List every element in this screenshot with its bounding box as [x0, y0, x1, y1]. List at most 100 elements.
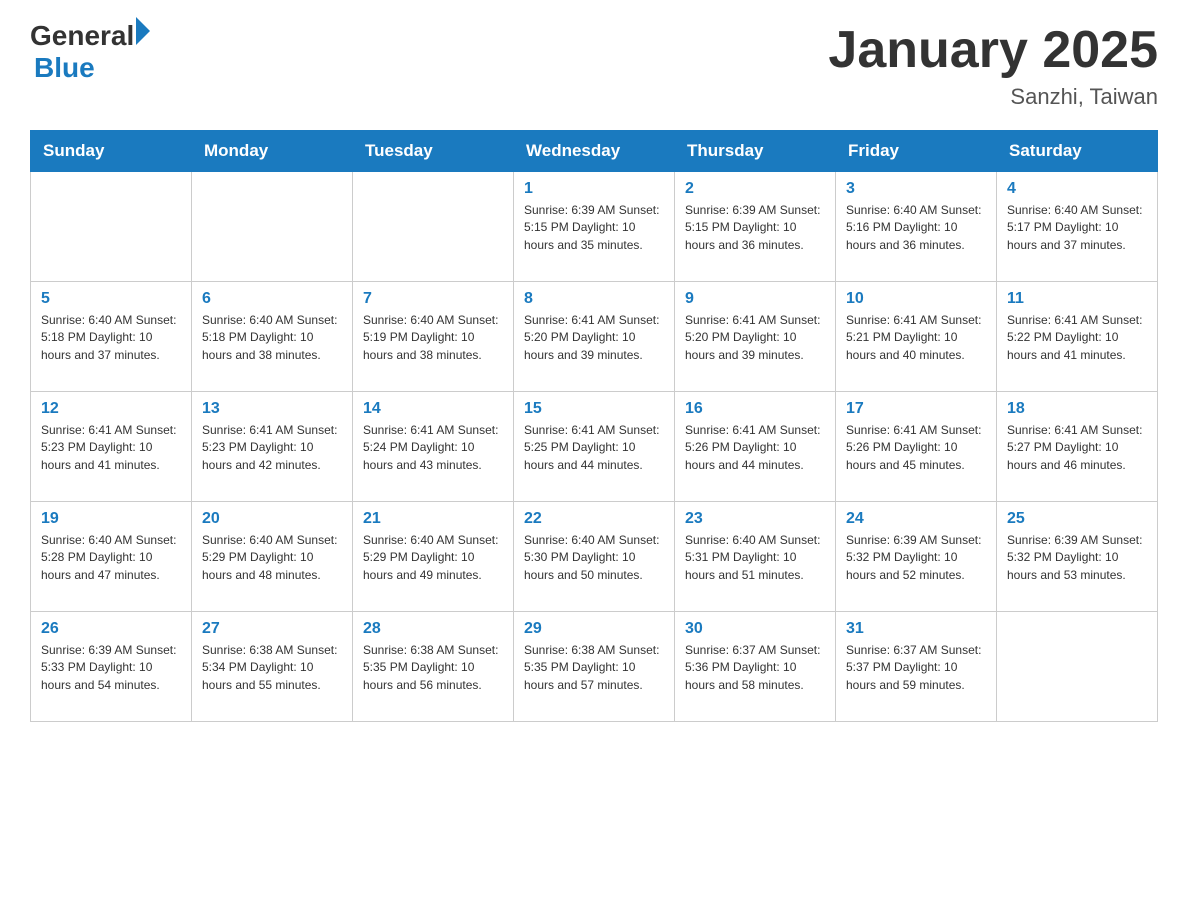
day-cell: 1 Sunrise: 6:39 AM Sunset: 5:15 PM Daylig…: [514, 172, 675, 282]
day-cell: 20Sunrise: 6:40 AM Sunset: 5:29 PM Dayli…: [192, 502, 353, 612]
day-number: 19: [41, 510, 181, 528]
day-cell: 10Sunrise: 6:41 AM Sunset: 5:21 PM Dayli…: [836, 282, 997, 392]
day-info: Sunrise: 6:39 AM Sunset: 5:15 PM Dayligh…: [524, 202, 664, 254]
day-info: Sunrise: 6:39 AM Sunset: 5:32 PM Dayligh…: [1007, 532, 1147, 584]
day-number: 14: [363, 400, 503, 418]
day-number: 5: [41, 290, 181, 308]
day-info: Sunrise: 6:40 AM Sunset: 5:19 PM Dayligh…: [363, 312, 503, 364]
day-info: Sunrise: 6:37 AM Sunset: 5:37 PM Dayligh…: [846, 642, 986, 694]
day-number: 21: [363, 510, 503, 528]
day-number: 9: [685, 290, 825, 308]
day-cell: 29 Sunrise: 6:38 AM Sunset: 5:35 PM Dayli…: [514, 612, 675, 722]
day-cell: 15 Sunrise: 6:41 AM Sunset: 5:25 PM Dayli…: [514, 392, 675, 502]
day-info: Sunrise: 6:40 AM Sunset: 5:16 PM Dayligh…: [846, 202, 986, 254]
day-number: 25: [1007, 510, 1147, 528]
day-number: 16: [685, 400, 825, 418]
day-info: Sunrise: 6:41 AM Sunset: 5:24 PM Dayligh…: [363, 422, 503, 474]
calendar-header-row: Sunday Monday Tuesday Wednesday Thursday…: [31, 131, 1158, 172]
day-info: Sunrise: 6:41 AM Sunset: 5:22 PM Dayligh…: [1007, 312, 1147, 364]
day-info: Sunrise: 6:37 AM Sunset: 5:36 PM Dayligh…: [685, 642, 825, 694]
day-cell: 31 Sunrise: 6:37 AM Sunset: 5:37 PM Dayli…: [836, 612, 997, 722]
logo-blue-text: Blue: [30, 52, 150, 84]
day-cell: 5 Sunrise: 6:40 AM Sunset: 5:18 PM Daylig…: [31, 282, 192, 392]
day-info: Sunrise: 6:41 AM Sunset: 5:26 PM Dayligh…: [846, 422, 986, 474]
day-cell: 30 Sunrise: 6:37 AM Sunset: 5:36 PM Dayli…: [675, 612, 836, 722]
day-cell: [353, 172, 514, 282]
day-info: Sunrise: 6:40 AM Sunset: 5:17 PM Dayligh…: [1007, 202, 1147, 254]
day-cell: 16 Sunrise: 6:41 AM Sunset: 5:26 PM Dayli…: [675, 392, 836, 502]
day-number: 15: [524, 400, 664, 418]
day-number: 12: [41, 400, 181, 418]
day-cell: 26Sunrise: 6:39 AM Sunset: 5:33 PM Dayli…: [31, 612, 192, 722]
col-tuesday: Tuesday: [353, 131, 514, 172]
day-info: Sunrise: 6:40 AM Sunset: 5:18 PM Dayligh…: [41, 312, 181, 364]
day-number: 22: [524, 510, 664, 528]
day-info: Sunrise: 6:41 AM Sunset: 5:21 PM Dayligh…: [846, 312, 986, 364]
day-info: Sunrise: 6:40 AM Sunset: 5:29 PM Dayligh…: [363, 532, 503, 584]
day-number: 23: [685, 510, 825, 528]
day-number: 2: [685, 180, 825, 198]
day-number: 20: [202, 510, 342, 528]
day-cell: 22Sunrise: 6:40 AM Sunset: 5:30 PM Dayli…: [514, 502, 675, 612]
day-cell: 8 Sunrise: 6:41 AM Sunset: 5:20 PM Daylig…: [514, 282, 675, 392]
day-number: 7: [363, 290, 503, 308]
calendar-title: January 2025: [828, 20, 1158, 80]
day-cell: 28 Sunrise: 6:38 AM Sunset: 5:35 PM Dayli…: [353, 612, 514, 722]
day-info: Sunrise: 6:39 AM Sunset: 5:15 PM Dayligh…: [685, 202, 825, 254]
week-row-4: 19 Sunrise: 6:40 AM Sunset: 5:28 PM Dayli…: [31, 502, 1158, 612]
day-info: Sunrise: 6:41 AM Sunset: 5:23 PM Dayligh…: [41, 422, 181, 474]
week-row-1: 1 Sunrise: 6:39 AM Sunset: 5:15 PM Daylig…: [31, 172, 1158, 282]
day-cell: 7 Sunrise: 6:40 AM Sunset: 5:19 PM Daylig…: [353, 282, 514, 392]
week-row-5: 26Sunrise: 6:39 AM Sunset: 5:33 PM Dayli…: [31, 612, 1158, 722]
day-number: 28: [363, 620, 503, 638]
day-cell: 4 Sunrise: 6:40 AM Sunset: 5:17 PM Daylig…: [997, 172, 1158, 282]
day-cell: [31, 172, 192, 282]
logo-arrow-icon: [136, 17, 150, 45]
day-info: Sunrise: 6:40 AM Sunset: 5:28 PM Dayligh…: [41, 532, 181, 584]
col-wednesday: Wednesday: [514, 131, 675, 172]
day-cell: 2 Sunrise: 6:39 AM Sunset: 5:15 PM Daylig…: [675, 172, 836, 282]
day-cell: 13 Sunrise: 6:41 AM Sunset: 5:23 PM Dayli…: [192, 392, 353, 502]
day-cell: 3 Sunrise: 6:40 AM Sunset: 5:16 PM Daylig…: [836, 172, 997, 282]
day-number: 1: [524, 180, 664, 198]
day-info: Sunrise: 6:41 AM Sunset: 5:20 PM Dayligh…: [685, 312, 825, 364]
day-info: Sunrise: 6:41 AM Sunset: 5:27 PM Dayligh…: [1007, 422, 1147, 474]
day-info: Sunrise: 6:38 AM Sunset: 5:34 PM Dayligh…: [202, 642, 342, 694]
day-number: 8: [524, 290, 664, 308]
calendar-subtitle: Sanzhi, Taiwan: [828, 84, 1158, 110]
week-row-2: 5 Sunrise: 6:40 AM Sunset: 5:18 PM Daylig…: [31, 282, 1158, 392]
day-info: Sunrise: 6:40 AM Sunset: 5:18 PM Dayligh…: [202, 312, 342, 364]
day-cell: 18Sunrise: 6:41 AM Sunset: 5:27 PM Dayli…: [997, 392, 1158, 502]
day-cell: [997, 612, 1158, 722]
day-info: Sunrise: 6:39 AM Sunset: 5:32 PM Dayligh…: [846, 532, 986, 584]
day-number: 4: [1007, 180, 1147, 198]
day-info: Sunrise: 6:41 AM Sunset: 5:20 PM Dayligh…: [524, 312, 664, 364]
day-cell: 14 Sunrise: 6:41 AM Sunset: 5:24 PM Dayli…: [353, 392, 514, 502]
day-cell: 6 Sunrise: 6:40 AM Sunset: 5:18 PM Daylig…: [192, 282, 353, 392]
day-number: 31: [846, 620, 986, 638]
day-number: 11: [1007, 290, 1147, 308]
day-number: 29: [524, 620, 664, 638]
day-cell: 24 Sunrise: 6:39 AM Sunset: 5:32 PM Dayli…: [836, 502, 997, 612]
day-info: Sunrise: 6:40 AM Sunset: 5:31 PM Dayligh…: [685, 532, 825, 584]
day-number: 17: [846, 400, 986, 418]
day-number: 3: [846, 180, 986, 198]
day-info: Sunrise: 6:41 AM Sunset: 5:25 PM Dayligh…: [524, 422, 664, 474]
day-number: 26: [41, 620, 181, 638]
logo: General Blue: [30, 20, 150, 84]
day-info: Sunrise: 6:38 AM Sunset: 5:35 PM Dayligh…: [363, 642, 503, 694]
day-info: Sunrise: 6:41 AM Sunset: 5:23 PM Dayligh…: [202, 422, 342, 474]
day-info: Sunrise: 6:38 AM Sunset: 5:35 PM Dayligh…: [524, 642, 664, 694]
day-number: 13: [202, 400, 342, 418]
calendar-table: Sunday Monday Tuesday Wednesday Thursday…: [30, 130, 1158, 722]
day-cell: 9 Sunrise: 6:41 AM Sunset: 5:20 PM Daylig…: [675, 282, 836, 392]
col-thursday: Thursday: [675, 131, 836, 172]
day-number: 24: [846, 510, 986, 528]
day-number: 30: [685, 620, 825, 638]
day-cell: [192, 172, 353, 282]
day-number: 6: [202, 290, 342, 308]
col-monday: Monday: [192, 131, 353, 172]
page-header: General Blue January 2025 Sanzhi, Taiwan: [30, 20, 1158, 110]
col-sunday: Sunday: [31, 131, 192, 172]
day-info: Sunrise: 6:41 AM Sunset: 5:26 PM Dayligh…: [685, 422, 825, 474]
